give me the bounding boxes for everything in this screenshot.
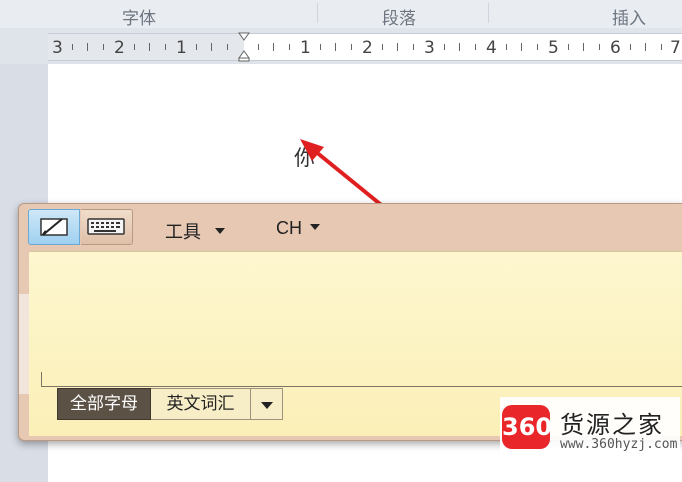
site-watermark: 360 货源之家 www.360hyzj.com [500, 397, 680, 459]
ruler-tick [381, 44, 383, 50]
keyboard-tool-button[interactable] [81, 209, 133, 245]
ruler-tick [195, 44, 197, 50]
ruler-tick [459, 43, 460, 51]
ruler-tick [273, 43, 274, 51]
ruler-label: 4 [486, 38, 497, 58]
ruler-tick [164, 44, 166, 50]
ruler-tick [412, 44, 414, 50]
chevron-down-icon [215, 228, 225, 235]
watermark-url: www.360hyzj.com [560, 437, 678, 452]
pen-tool-button[interactable] [28, 209, 80, 245]
ruler-tick [257, 44, 259, 50]
ruler-tick [567, 44, 569, 50]
chevron-down-icon [310, 224, 320, 231]
ruler-tick [645, 43, 646, 51]
ruler-tick [319, 44, 321, 50]
ruler-tick [288, 44, 290, 50]
ruler-tick [505, 44, 507, 50]
horizontal-ruler[interactable]: 3 2 1 1 2 3 4 5 6 7 [48, 32, 682, 62]
mode-dropdown-button[interactable] [251, 388, 283, 420]
ruler-tick [583, 43, 584, 51]
pen-tablet-icon [40, 218, 68, 236]
ruler-tick [71, 44, 73, 50]
ruler-tick [211, 43, 212, 51]
ruler-tick [521, 43, 522, 51]
all-letters-mode-button[interactable]: 全部字母 [57, 388, 151, 420]
ruler-tick [133, 44, 135, 50]
ribbon-group-paragraph[interactable]: 段落 [382, 4, 416, 29]
ruler-tick [598, 44, 600, 50]
ruler-tick [397, 43, 398, 51]
ruler-label: 5 [548, 38, 559, 58]
tools-menu[interactable]: 工具 [165, 218, 225, 244]
language-menu-label: CH [276, 218, 302, 238]
ribbon-divider [488, 3, 489, 23]
english-vocab-mode-button[interactable]: 英文词汇 [151, 388, 251, 420]
watermark-site-name: 货源之家 [560, 411, 664, 439]
panel-resize-handle[interactable] [19, 294, 29, 394]
ruler-tick [102, 44, 104, 50]
tools-menu-label: 工具 [165, 222, 201, 242]
keyboard-icon [87, 218, 125, 235]
ruler-label: 6 [610, 38, 621, 58]
ruler-tick [660, 44, 662, 50]
indent-marker-icon[interactable] [238, 32, 250, 62]
ribbon-divider [317, 3, 318, 23]
ruler-label: 1 [176, 38, 187, 58]
ruler-tick [335, 43, 336, 51]
ruler-tick [350, 44, 352, 50]
ruler-label: 2 [362, 38, 373, 58]
ruler-tick [87, 43, 88, 51]
language-menu[interactable]: CH [276, 218, 320, 239]
writing-baseline-tick [41, 372, 42, 386]
ruler-label: 3 [52, 38, 63, 58]
ribbon-group-labels: 字体 段落 插入 [0, 0, 682, 29]
chevron-down-icon [261, 402, 273, 409]
ruler-tick [536, 44, 538, 50]
watermark-logo-badge: 360 [502, 405, 552, 449]
ribbon-group-insert[interactable]: 插入 [612, 4, 646, 29]
ruler-left-margin [48, 34, 244, 60]
ruler-label: 1 [300, 38, 311, 58]
writing-baseline [41, 386, 682, 387]
ruler-tick [226, 44, 228, 50]
ruler-tick [149, 43, 150, 51]
ruler-tick [443, 44, 445, 50]
ruler-label: 2 [114, 38, 125, 58]
ruler-label: 7 [670, 38, 681, 58]
ruler-tick [474, 44, 476, 50]
ruler-tick [629, 44, 631, 50]
ruler-label: 3 [424, 38, 435, 58]
ribbon-group-font[interactable]: 字体 [122, 4, 156, 29]
